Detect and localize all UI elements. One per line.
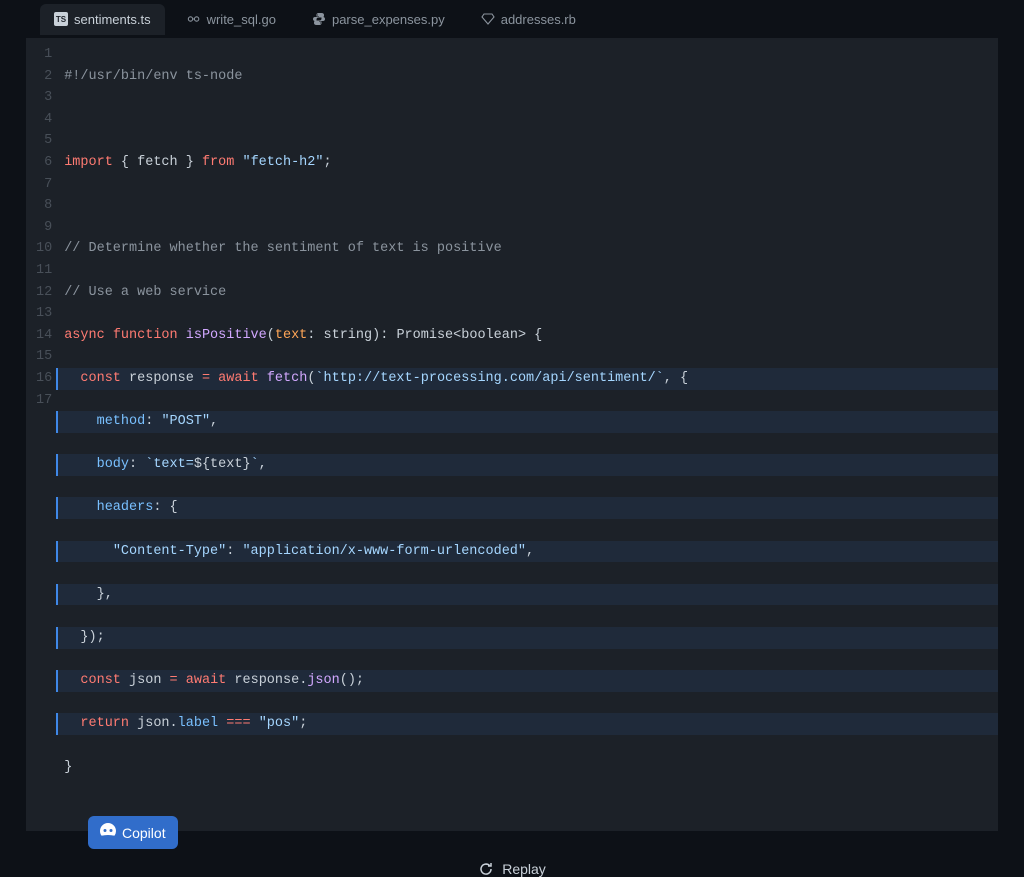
code-line: body: `text=${text}`, <box>56 454 998 476</box>
code-line: method: "POST", <box>56 411 998 433</box>
replay-button[interactable]: Replay <box>0 861 1024 877</box>
ruby-icon <box>481 12 495 26</box>
code-line: // Use a web service <box>64 282 998 304</box>
code-line: }, <box>56 584 998 606</box>
editor-container: TS sentiments.ts write_sql.go parse_expe… <box>26 0 998 831</box>
code-line: }); <box>56 627 998 649</box>
code-area[interactable]: 1 2 3 4 5 6 7 8 9 10 11 12 13 14 15 16 1… <box>26 38 998 831</box>
replay-icon <box>478 861 494 877</box>
tab-label: addresses.rb <box>501 12 576 27</box>
ts-icon: TS <box>54 12 68 26</box>
tab-sentiments-ts[interactable]: TS sentiments.ts <box>40 4 165 35</box>
copilot-icon <box>100 823 116 842</box>
copilot-label: Copilot <box>122 825 166 841</box>
copilot-button[interactable]: Copilot <box>88 816 178 849</box>
code-line: return json.label === "pos"; <box>56 713 998 735</box>
tab-parse-expenses-py[interactable]: parse_expenses.py <box>298 4 459 35</box>
code-line: } <box>64 757 998 779</box>
tab-label: parse_expenses.py <box>332 12 445 27</box>
code-line: // Determine whether the sentiment of te… <box>64 238 998 260</box>
python-icon <box>312 12 326 26</box>
code-line: const response = await fetch(`http://tex… <box>56 368 998 390</box>
tab-addresses-rb[interactable]: addresses.rb <box>467 4 590 35</box>
tab-write-sql-go[interactable]: write_sql.go <box>173 4 290 35</box>
tab-bar: TS sentiments.ts write_sql.go parse_expe… <box>26 0 998 38</box>
code-line: const json = await response.json(); <box>56 670 998 692</box>
code-line <box>64 109 998 131</box>
replay-label: Replay <box>502 861 546 877</box>
code-line: async function isPositive(text: string):… <box>64 325 998 347</box>
code-line: #!/usr/bin/env ts-node <box>64 66 998 88</box>
code-line: "Content-Type": "application/x-www-form-… <box>56 541 998 563</box>
code-line <box>64 195 998 217</box>
tab-label: sentiments.ts <box>74 12 151 27</box>
code-line: headers: { <box>56 497 998 519</box>
code-line: import { fetch } from "fetch-h2"; <box>64 152 998 174</box>
line-gutter: 1 2 3 4 5 6 7 8 9 10 11 12 13 14 15 16 1… <box>26 44 64 821</box>
go-icon <box>187 12 201 26</box>
code-content[interactable]: #!/usr/bin/env ts-node import { fetch } … <box>64 44 998 821</box>
tab-label: write_sql.go <box>207 12 276 27</box>
